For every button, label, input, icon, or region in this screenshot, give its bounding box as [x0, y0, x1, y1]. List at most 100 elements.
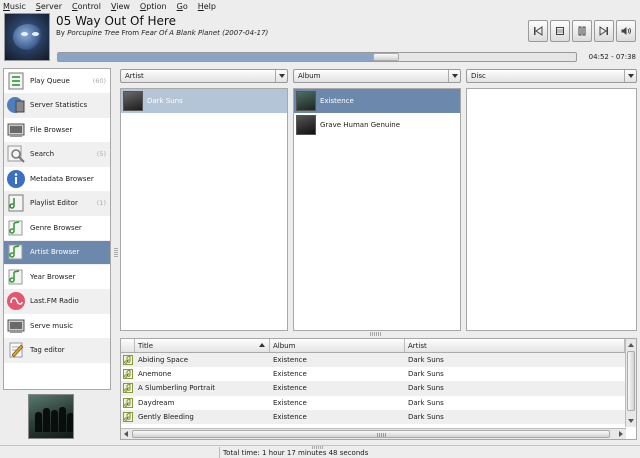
scrollbar-grip — [377, 433, 387, 437]
table-row[interactable]: A Slumberling Portrait Existence Dark Suns — [121, 381, 636, 396]
track-artist-cell: Dark Suns — [408, 356, 444, 365]
menu-music[interactable]: Music — [3, 2, 26, 11]
previous-button[interactable] — [528, 20, 548, 42]
lastfm-icon — [6, 291, 26, 311]
sidebar-item-label: Last.FM Radio — [30, 297, 79, 306]
table-header: Title Album Artist — [121, 339, 636, 353]
playlist-editor-icon — [6, 193, 26, 213]
menu-go[interactable]: Go — [177, 2, 188, 11]
photo-figure — [43, 408, 50, 432]
seek-bar[interactable] — [57, 52, 577, 62]
sidebar-item-playlist-editor[interactable]: Playlist Editor (1) — [4, 191, 110, 216]
disc-list — [466, 88, 637, 331]
sidebar-splitter[interactable] — [113, 68, 119, 443]
cover-eye-right — [32, 32, 39, 36]
album-combo[interactable]: Album — [293, 69, 461, 83]
table-row[interactable]: Daydream Existence Dark Suns — [121, 396, 636, 410]
scroll-left-icon[interactable] — [122, 430, 130, 438]
header-icon-column[interactable] — [121, 339, 135, 352]
music-note-icon — [121, 367, 135, 381]
sidebar-item-metadata-browser[interactable]: Metadata Browser — [4, 167, 110, 192]
music-note-icon — [121, 353, 135, 367]
album-combo-label: Album — [298, 72, 321, 80]
track-table: Title Album Artist Abiding Space Existenc… — [120, 338, 637, 440]
sidebar-item-play-queue[interactable]: Play Queue (60) — [4, 69, 110, 94]
album-list-item[interactable]: Grave Human Genuine — [294, 113, 460, 137]
artist-browser-icon — [6, 242, 26, 262]
sidebar: Play Queue (60) Server Statistics File Brow… — [3, 68, 111, 390]
artist-list-item[interactable]: Dark Suns — [121, 89, 287, 113]
header-title[interactable]: Title — [135, 339, 270, 352]
sidebar-item-serve-music[interactable]: Serve music — [4, 314, 110, 339]
sidebar-item-tag-editor[interactable]: Tag editor — [4, 338, 110, 363]
tag-editor-icon — [6, 340, 26, 360]
sidebar-item-label: Tag editor — [30, 346, 65, 355]
sidebar-item-last-fm-radio[interactable]: Last.FM Radio — [4, 289, 110, 314]
table-row[interactable]: Gently Bleeding Existence Dark Suns — [121, 409, 636, 424]
chevron-down-icon — [275, 70, 287, 82]
album-cover-art[interactable] — [4, 13, 50, 61]
vertical-scrollbar[interactable] — [625, 339, 636, 427]
artist-combo-label: Artist — [125, 72, 144, 80]
menu-help[interactable]: Help — [198, 2, 216, 11]
pause-button[interactable] — [572, 20, 592, 42]
cover-eye-left — [21, 32, 28, 36]
header-album[interactable]: Album — [270, 339, 405, 352]
sidebar-item-year-browser[interactable]: Year Browser — [4, 265, 110, 290]
photo-figure — [59, 407, 66, 432]
artist-name: Dark Suns — [147, 97, 183, 105]
music-note-icon — [121, 381, 135, 395]
disc-combo-label: Disc — [471, 72, 486, 80]
by-label: By — [56, 29, 65, 37]
menu-view[interactable]: View — [111, 2, 130, 11]
sidebar-item-label: Server Statistics — [30, 101, 88, 110]
menu-server[interactable]: Server — [36, 2, 62, 11]
disc-combo[interactable]: Disc — [466, 69, 637, 83]
sidebar-item-artist-browser[interactable]: Artist Browser — [4, 240, 110, 265]
scroll-right-icon[interactable] — [617, 430, 625, 438]
now-playing-album: Fear Of A Blank Planet (2007-04-17) — [141, 29, 269, 37]
pause-icon — [578, 26, 586, 36]
header-artist-label: Artist — [408, 341, 427, 350]
sidebar-item-genre-browser[interactable]: Genre Browser — [4, 216, 110, 241]
menu-control[interactable]: Control — [72, 2, 101, 11]
previous-track-icon — [534, 26, 543, 36]
elapsed-total-time: 04:52 - 07:38 — [588, 53, 636, 61]
sidebar-item-file-browser[interactable]: File Browser — [4, 118, 110, 143]
volume-button[interactable] — [616, 20, 636, 42]
header-artist[interactable]: Artist — [405, 339, 625, 352]
scroll-up-icon[interactable] — [626, 340, 636, 350]
sidebar-item-count: (60) — [92, 76, 106, 85]
scrollbar-thumb[interactable] — [627, 351, 635, 411]
artist-photo — [28, 394, 74, 439]
photo-figure — [51, 410, 58, 432]
header-title-label: Title — [138, 341, 154, 350]
menu-option[interactable]: Option — [140, 2, 167, 11]
track-artist-cell: Dark Suns — [408, 398, 444, 407]
scroll-down-icon[interactable] — [626, 416, 636, 426]
splitter-grip — [114, 248, 118, 258]
stop-button[interactable] — [550, 20, 570, 42]
track-album-cell: Existence — [273, 356, 307, 365]
seek-bar-handle[interactable] — [372, 53, 399, 61]
scrollbar-thumb[interactable] — [132, 430, 610, 438]
table-row[interactable]: Anemone Existence Dark Suns — [121, 367, 636, 381]
horizontal-scrollbar[interactable] — [121, 428, 626, 439]
album-list-item[interactable]: Existence — [294, 89, 460, 113]
table-row[interactable]: Abiding Space Existence Dark Suns — [121, 353, 636, 368]
sidebar-item-server-statistics[interactable]: Server Statistics — [4, 93, 110, 118]
track-title-cell: A Slumberling Portrait — [138, 384, 216, 393]
track-album-cell: Existence — [273, 412, 307, 421]
track-artist-cell: Dark Suns — [408, 384, 444, 393]
track-artist-cell: Dark Suns — [408, 412, 444, 421]
browser-splitter[interactable] — [370, 332, 382, 336]
search-icon — [6, 144, 26, 164]
track-title-cell: Gently Bleeding — [138, 412, 194, 421]
artist-combo[interactable]: Artist — [120, 69, 288, 83]
year-browser-icon — [6, 267, 26, 287]
header-album-label: Album — [273, 341, 296, 350]
sidebar-item-count: (1) — [96, 199, 106, 208]
next-button[interactable] — [594, 20, 614, 42]
menu-bar: Music Server Control View Option Go Help — [0, 0, 640, 12]
sidebar-item-search[interactable]: Search (5) — [4, 142, 110, 167]
